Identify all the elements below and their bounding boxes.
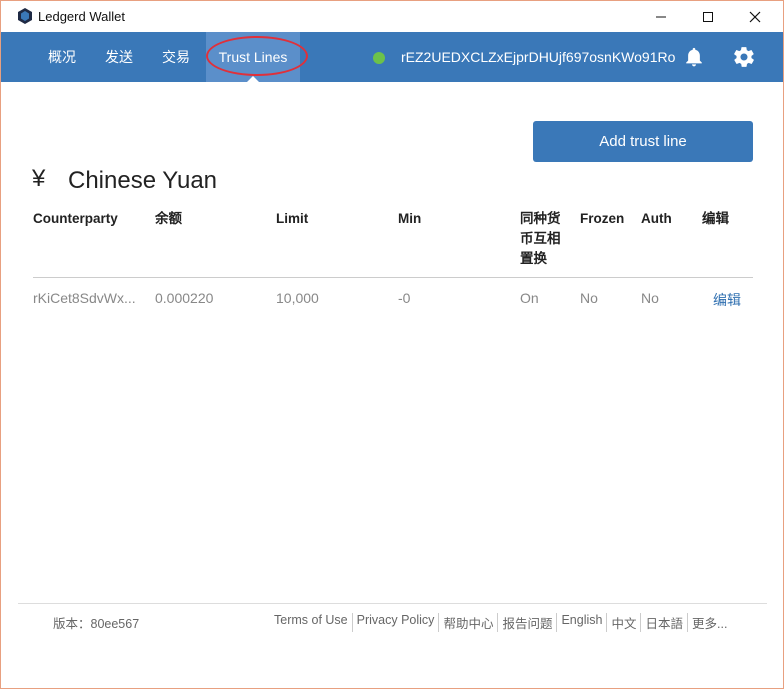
currency-title: Chinese Yuan <box>68 167 218 194</box>
column-header-min: Min <box>398 211 422 226</box>
tab-send[interactable]: 发送 <box>96 32 142 82</box>
footer-link-report[interactable]: 报告问题 <box>497 613 556 632</box>
cell-counterparty: rKiCet8SdvWx... <box>33 290 136 306</box>
footer-link-more[interactable]: 更多... <box>687 613 731 632</box>
currency-symbol: ¥ <box>32 165 46 192</box>
gear-icon[interactable] <box>732 45 756 69</box>
footer-link-privacy[interactable]: Privacy Policy <box>351 613 439 632</box>
connection-status-dot <box>373 52 385 64</box>
bell-icon[interactable] <box>683 46 705 68</box>
footer-links: Terms of Use Privacy Policy 帮助中心 报告问题 En… <box>274 613 731 632</box>
footer-divider <box>18 603 767 604</box>
cell-frozen: No <box>580 290 598 306</box>
close-button[interactable] <box>732 1 778 32</box>
minimize-button[interactable] <box>638 1 684 32</box>
tab-transactions[interactable]: 交易 <box>153 32 199 82</box>
column-header-rippling: 同种货币互相置换 <box>520 211 561 266</box>
column-header-auth: Auth <box>641 211 672 226</box>
column-header-frozen: Frozen <box>580 211 625 226</box>
column-header-counterparty: Counterparty <box>33 211 118 226</box>
footer-link-chinese[interactable]: 中文 <box>606 613 640 632</box>
minimize-icon <box>656 16 666 17</box>
nav-bar: 概况 发送 交易 Trust Lines rEZ2UEDXCLZxEjprDHU… <box>1 32 783 82</box>
app-logo-icon <box>18 8 32 24</box>
footer-link-english[interactable]: English <box>556 613 606 632</box>
add-trust-line-button[interactable]: Add trust line <box>533 121 753 162</box>
active-tab-caret <box>247 76 259 82</box>
footer-link-help[interactable]: 帮助中心 <box>438 613 497 632</box>
maximize-button[interactable] <box>685 1 731 32</box>
cell-auth: No <box>641 290 659 306</box>
column-header-edit: 编辑 <box>702 211 729 226</box>
table-divider <box>33 277 753 278</box>
wallet-address: rEZ2UEDXCLZxEjprDHUjf697osnKWo91Ro <box>401 49 676 65</box>
cell-balance: 0.000220 <box>155 290 214 306</box>
footer-link-terms[interactable]: Terms of Use <box>274 613 352 632</box>
tab-trust-lines-label: Trust Lines <box>218 49 288 65</box>
footer-link-japanese[interactable]: 日本語 <box>640 613 687 632</box>
window-title: Ledgerd Wallet <box>38 9 125 24</box>
version-label: 版本：80ee567 <box>53 617 140 631</box>
edit-link[interactable]: 编辑 <box>713 290 741 310</box>
close-icon <box>749 11 761 22</box>
cell-rippling: On <box>520 290 539 306</box>
maximize-icon <box>703 11 713 22</box>
column-header-balance: 余额 <box>155 211 182 226</box>
cell-limit: 10,000 <box>276 290 319 306</box>
app-window: Ledgerd Wallet 概况 发送 交易 Trust Lines rEZ2… <box>0 0 784 689</box>
tab-trust-lines[interactable]: Trust Lines <box>206 32 300 82</box>
cell-min: -0 <box>398 290 411 306</box>
column-header-limit: Limit <box>276 211 309 226</box>
title-bar: Ledgerd Wallet <box>1 1 783 32</box>
tab-overview[interactable]: 概况 <box>39 32 85 82</box>
